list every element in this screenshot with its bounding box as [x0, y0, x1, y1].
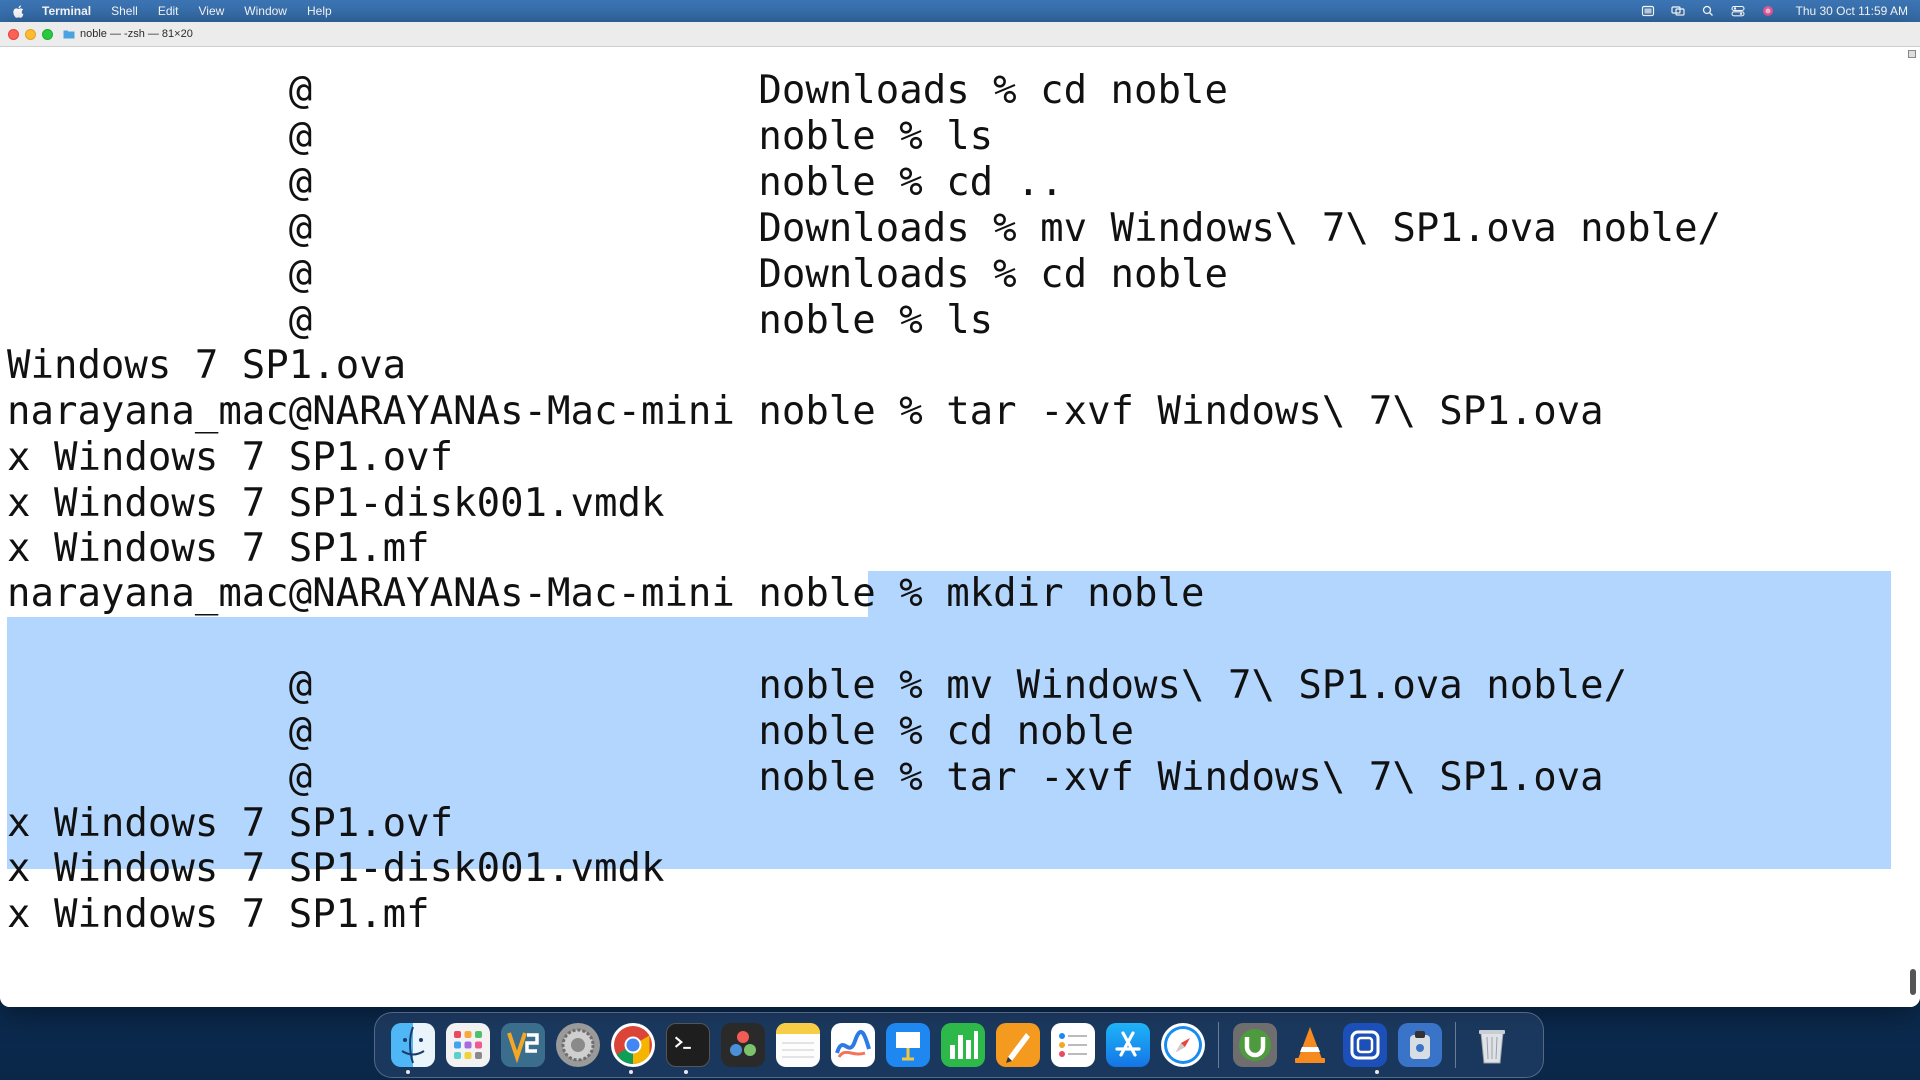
davinci-resolve-icon[interactable]: [720, 1023, 765, 1067]
close-button[interactable]: [8, 28, 19, 40]
pages-icon[interactable]: [995, 1023, 1040, 1067]
app-store-icon[interactable]: [1105, 1023, 1150, 1067]
dock-separator: [1218, 1022, 1219, 1068]
menu-bar: Terminal Shell Edit View Window Help Thu…: [0, 0, 1920, 22]
menu-view[interactable]: View: [199, 4, 225, 18]
scroll-corner[interactable]: [1908, 50, 1916, 58]
window-controls: [8, 28, 53, 40]
spotlight-search-icon[interactable]: [1701, 5, 1715, 17]
apple-menu-icon[interactable]: [12, 4, 24, 18]
terminal-line: x Windows 7 SP1.mf: [7, 892, 430, 937]
vlc-icon[interactable]: [1288, 1023, 1332, 1067]
notes-icon[interactable]: [775, 1023, 820, 1067]
finder-icon[interactable]: [390, 1023, 435, 1067]
safari-icon[interactable]: [1160, 1023, 1205, 1067]
running-indicator: [406, 1070, 410, 1074]
window-title: noble — -zsh — 81×20: [80, 28, 193, 40]
terminal-line: x Windows 7 SP1.ovf: [7, 435, 454, 480]
menu-edit[interactable]: Edit: [158, 4, 179, 18]
vertical-scrollbar[interactable]: [1910, 969, 1916, 995]
running-indicator: [629, 1070, 633, 1074]
terminal-icon[interactable]: [665, 1023, 710, 1067]
disk-utility-icon[interactable]: [1397, 1023, 1442, 1067]
terminal-line: narayana_mac@NARAYANAs-Mac-mini noble % …: [7, 571, 1205, 616]
numbers-icon[interactable]: [940, 1023, 985, 1067]
terminal-line: @ noble % cd noble: [7, 709, 1135, 754]
zoom-button[interactable]: [42, 28, 53, 40]
screen-mirroring-icon[interactable]: [1671, 5, 1686, 17]
terminal-line: x Windows 7 SP1-disk001.vmdk: [7, 846, 665, 891]
dock: [374, 1012, 1544, 1078]
minimize-button[interactable]: [25, 28, 36, 40]
display-icon[interactable]: [1641, 5, 1655, 17]
menu-help[interactable]: Help: [307, 4, 332, 18]
system-settings-icon[interactable]: [555, 1023, 600, 1067]
terminal-line: @ noble % mv Windows\ 7\ SP1.ova noble/: [7, 663, 1628, 708]
terminal-line: @ Downloads % mv Windows\ 7\ SP1.ova nob…: [7, 206, 1722, 251]
window-titlebar[interactable]: noble — -zsh — 81×20: [0, 22, 1920, 47]
running-indicator: [684, 1070, 688, 1074]
screen-app-icon[interactable]: [1342, 1023, 1387, 1067]
reminders-icon[interactable]: [1050, 1023, 1095, 1067]
menubar-clock[interactable]: Thu 30 Oct 11:59 AM: [1795, 4, 1908, 18]
terminal-window: noble — -zsh — 81×20 @ Downloads % cd no…: [0, 22, 1920, 1007]
freeform-icon[interactable]: [830, 1023, 875, 1067]
terminal-line: Windows 7 SP1.ova: [7, 343, 407, 388]
siri-icon[interactable]: [1761, 5, 1775, 17]
app-menu-terminal[interactable]: Terminal: [42, 4, 91, 18]
vs-app-icon[interactable]: [500, 1023, 545, 1067]
terminal-line: @ noble % tar -xvf Windows\ 7\ SP1.ova: [7, 755, 1604, 800]
terminal-line: x Windows 7 SP1.mf: [7, 526, 430, 571]
folder-icon: [63, 30, 75, 39]
menu-window[interactable]: Window: [244, 4, 287, 18]
status-area: Thu 30 Oct 11:59 AM: [1641, 4, 1908, 18]
terminal-line: x Windows 7 SP1-disk001.vmdk: [7, 481, 665, 526]
control-center-icon[interactable]: [1731, 5, 1746, 17]
running-indicator: [1375, 1070, 1379, 1074]
utorrent-icon[interactable]: [1232, 1023, 1277, 1067]
terminal-line: narayana_mac@NARAYANAs-Mac-mini noble % …: [7, 389, 1604, 434]
terminal-line: x Windows 7 SP1.ovf: [7, 801, 454, 846]
terminal-line: @ noble % ls: [7, 114, 994, 159]
terminal-line: @ Downloads % cd noble: [7, 68, 1228, 113]
chrome-icon[interactable]: [610, 1023, 655, 1067]
keynote-icon[interactable]: [885, 1023, 930, 1067]
terminal-line: @ Downloads % cd noble: [7, 252, 1228, 297]
trash-icon[interactable]: [1470, 1023, 1514, 1067]
terminal-line: @ noble % cd ..: [7, 160, 1064, 205]
terminal-output[interactable]: @ Downloads % cd noble @ noble % ls @ no…: [0, 47, 1920, 1007]
dock-separator: [1455, 1022, 1456, 1068]
launchpad-icon[interactable]: [445, 1023, 490, 1067]
terminal-line: @ noble % ls: [7, 298, 994, 343]
menu-shell[interactable]: Shell: [111, 4, 138, 18]
